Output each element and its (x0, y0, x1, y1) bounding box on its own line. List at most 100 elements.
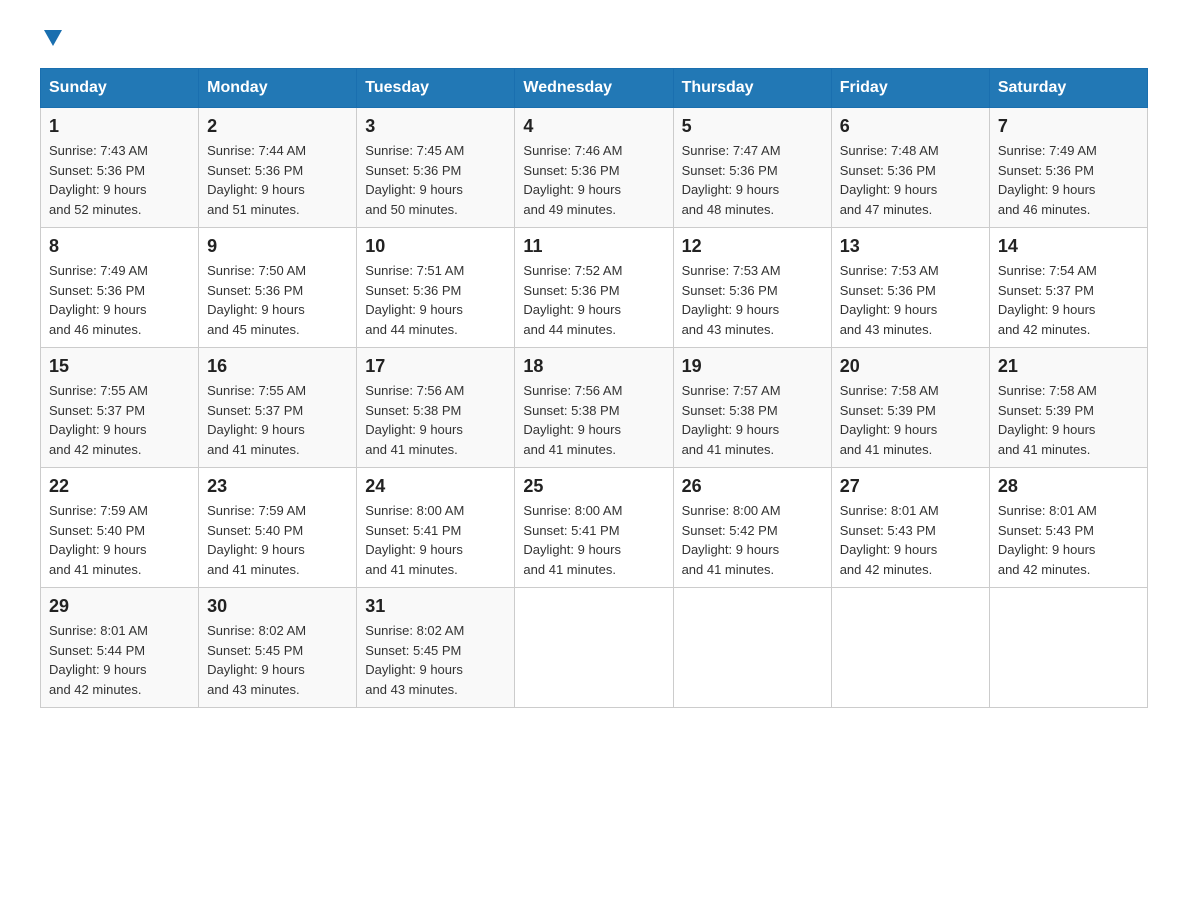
header-cell-monday: Monday (199, 69, 357, 108)
day-info: Sunrise: 7:50 AM Sunset: 5:36 PM Dayligh… (207, 261, 348, 339)
day-cell (673, 588, 831, 708)
header-cell-tuesday: Tuesday (357, 69, 515, 108)
header-row: SundayMondayTuesdayWednesdayThursdayFrid… (41, 69, 1148, 108)
day-info: Sunrise: 7:57 AM Sunset: 5:38 PM Dayligh… (682, 381, 823, 459)
day-info: Sunrise: 7:54 AM Sunset: 5:37 PM Dayligh… (998, 261, 1139, 339)
header-cell-saturday: Saturday (989, 69, 1147, 108)
day-number: 4 (523, 116, 664, 137)
day-number: 23 (207, 476, 348, 497)
day-cell: 5 Sunrise: 7:47 AM Sunset: 5:36 PM Dayli… (673, 108, 831, 228)
day-cell: 14 Sunrise: 7:54 AM Sunset: 5:37 PM Dayl… (989, 228, 1147, 348)
day-cell (515, 588, 673, 708)
day-info: Sunrise: 7:45 AM Sunset: 5:36 PM Dayligh… (365, 141, 506, 219)
day-cell: 13 Sunrise: 7:53 AM Sunset: 5:36 PM Dayl… (831, 228, 989, 348)
day-number: 29 (49, 596, 190, 617)
day-cell: 6 Sunrise: 7:48 AM Sunset: 5:36 PM Dayli… (831, 108, 989, 228)
day-info: Sunrise: 8:02 AM Sunset: 5:45 PM Dayligh… (365, 621, 506, 699)
day-cell: 29 Sunrise: 8:01 AM Sunset: 5:44 PM Dayl… (41, 588, 199, 708)
day-info: Sunrise: 7:55 AM Sunset: 5:37 PM Dayligh… (49, 381, 190, 459)
day-info: Sunrise: 7:56 AM Sunset: 5:38 PM Dayligh… (523, 381, 664, 459)
day-number: 1 (49, 116, 190, 137)
day-number: 9 (207, 236, 348, 257)
day-info: Sunrise: 8:00 AM Sunset: 5:42 PM Dayligh… (682, 501, 823, 579)
week-row-3: 15 Sunrise: 7:55 AM Sunset: 5:37 PM Dayl… (41, 348, 1148, 468)
day-info: Sunrise: 7:59 AM Sunset: 5:40 PM Dayligh… (207, 501, 348, 579)
day-cell: 21 Sunrise: 7:58 AM Sunset: 5:39 PM Dayl… (989, 348, 1147, 468)
day-info: Sunrise: 8:01 AM Sunset: 5:43 PM Dayligh… (998, 501, 1139, 579)
day-cell: 11 Sunrise: 7:52 AM Sunset: 5:36 PM Dayl… (515, 228, 673, 348)
logo-arrow-icon (42, 26, 64, 48)
day-number: 7 (998, 116, 1139, 137)
day-number: 2 (207, 116, 348, 137)
day-cell: 4 Sunrise: 7:46 AM Sunset: 5:36 PM Dayli… (515, 108, 673, 228)
day-cell: 23 Sunrise: 7:59 AM Sunset: 5:40 PM Dayl… (199, 468, 357, 588)
day-cell: 28 Sunrise: 8:01 AM Sunset: 5:43 PM Dayl… (989, 468, 1147, 588)
day-number: 17 (365, 356, 506, 377)
day-info: Sunrise: 7:49 AM Sunset: 5:36 PM Dayligh… (49, 261, 190, 339)
day-cell: 7 Sunrise: 7:49 AM Sunset: 5:36 PM Dayli… (989, 108, 1147, 228)
calendar-table: SundayMondayTuesdayWednesdayThursdayFrid… (40, 68, 1148, 708)
day-cell: 12 Sunrise: 7:53 AM Sunset: 5:36 PM Dayl… (673, 228, 831, 348)
day-number: 24 (365, 476, 506, 497)
day-number: 13 (840, 236, 981, 257)
day-cell (989, 588, 1147, 708)
day-info: Sunrise: 7:58 AM Sunset: 5:39 PM Dayligh… (840, 381, 981, 459)
day-cell: 3 Sunrise: 7:45 AM Sunset: 5:36 PM Dayli… (357, 108, 515, 228)
day-cell: 26 Sunrise: 8:00 AM Sunset: 5:42 PM Dayl… (673, 468, 831, 588)
day-cell: 24 Sunrise: 8:00 AM Sunset: 5:41 PM Dayl… (357, 468, 515, 588)
day-cell: 30 Sunrise: 8:02 AM Sunset: 5:45 PM Dayl… (199, 588, 357, 708)
header-cell-wednesday: Wednesday (515, 69, 673, 108)
day-number: 3 (365, 116, 506, 137)
day-cell: 10 Sunrise: 7:51 AM Sunset: 5:36 PM Dayl… (357, 228, 515, 348)
day-cell: 19 Sunrise: 7:57 AM Sunset: 5:38 PM Dayl… (673, 348, 831, 468)
day-number: 12 (682, 236, 823, 257)
logo (40, 30, 64, 48)
day-info: Sunrise: 8:01 AM Sunset: 5:43 PM Dayligh… (840, 501, 981, 579)
day-info: Sunrise: 7:47 AM Sunset: 5:36 PM Dayligh… (682, 141, 823, 219)
day-info: Sunrise: 7:52 AM Sunset: 5:36 PM Dayligh… (523, 261, 664, 339)
calendar-body: 1 Sunrise: 7:43 AM Sunset: 5:36 PM Dayli… (41, 108, 1148, 708)
day-number: 10 (365, 236, 506, 257)
header-cell-thursday: Thursday (673, 69, 831, 108)
day-cell: 22 Sunrise: 7:59 AM Sunset: 5:40 PM Dayl… (41, 468, 199, 588)
day-number: 14 (998, 236, 1139, 257)
day-number: 27 (840, 476, 981, 497)
day-info: Sunrise: 7:53 AM Sunset: 5:36 PM Dayligh… (840, 261, 981, 339)
day-cell: 27 Sunrise: 8:01 AM Sunset: 5:43 PM Dayl… (831, 468, 989, 588)
day-cell: 20 Sunrise: 7:58 AM Sunset: 5:39 PM Dayl… (831, 348, 989, 468)
day-info: Sunrise: 7:55 AM Sunset: 5:37 PM Dayligh… (207, 381, 348, 459)
day-cell: 15 Sunrise: 7:55 AM Sunset: 5:37 PM Dayl… (41, 348, 199, 468)
day-number: 16 (207, 356, 348, 377)
day-cell: 16 Sunrise: 7:55 AM Sunset: 5:37 PM Dayl… (199, 348, 357, 468)
day-info: Sunrise: 7:44 AM Sunset: 5:36 PM Dayligh… (207, 141, 348, 219)
day-number: 8 (49, 236, 190, 257)
day-cell: 17 Sunrise: 7:56 AM Sunset: 5:38 PM Dayl… (357, 348, 515, 468)
day-cell: 8 Sunrise: 7:49 AM Sunset: 5:36 PM Dayli… (41, 228, 199, 348)
week-row-2: 8 Sunrise: 7:49 AM Sunset: 5:36 PM Dayli… (41, 228, 1148, 348)
day-number: 19 (682, 356, 823, 377)
day-info: Sunrise: 7:58 AM Sunset: 5:39 PM Dayligh… (998, 381, 1139, 459)
day-number: 20 (840, 356, 981, 377)
day-info: Sunrise: 7:49 AM Sunset: 5:36 PM Dayligh… (998, 141, 1139, 219)
day-number: 11 (523, 236, 664, 257)
day-number: 26 (682, 476, 823, 497)
day-info: Sunrise: 7:53 AM Sunset: 5:36 PM Dayligh… (682, 261, 823, 339)
day-info: Sunrise: 7:51 AM Sunset: 5:36 PM Dayligh… (365, 261, 506, 339)
calendar-header: SundayMondayTuesdayWednesdayThursdayFrid… (41, 69, 1148, 108)
day-number: 22 (49, 476, 190, 497)
week-row-1: 1 Sunrise: 7:43 AM Sunset: 5:36 PM Dayli… (41, 108, 1148, 228)
page-header (40, 30, 1148, 48)
day-info: Sunrise: 8:00 AM Sunset: 5:41 PM Dayligh… (523, 501, 664, 579)
day-cell: 2 Sunrise: 7:44 AM Sunset: 5:36 PM Dayli… (199, 108, 357, 228)
day-cell: 1 Sunrise: 7:43 AM Sunset: 5:36 PM Dayli… (41, 108, 199, 228)
day-number: 15 (49, 356, 190, 377)
day-number: 21 (998, 356, 1139, 377)
day-info: Sunrise: 7:59 AM Sunset: 5:40 PM Dayligh… (49, 501, 190, 579)
day-info: Sunrise: 7:48 AM Sunset: 5:36 PM Dayligh… (840, 141, 981, 219)
day-number: 25 (523, 476, 664, 497)
header-cell-friday: Friday (831, 69, 989, 108)
day-number: 30 (207, 596, 348, 617)
week-row-5: 29 Sunrise: 8:01 AM Sunset: 5:44 PM Dayl… (41, 588, 1148, 708)
day-info: Sunrise: 7:46 AM Sunset: 5:36 PM Dayligh… (523, 141, 664, 219)
day-info: Sunrise: 8:02 AM Sunset: 5:45 PM Dayligh… (207, 621, 348, 699)
